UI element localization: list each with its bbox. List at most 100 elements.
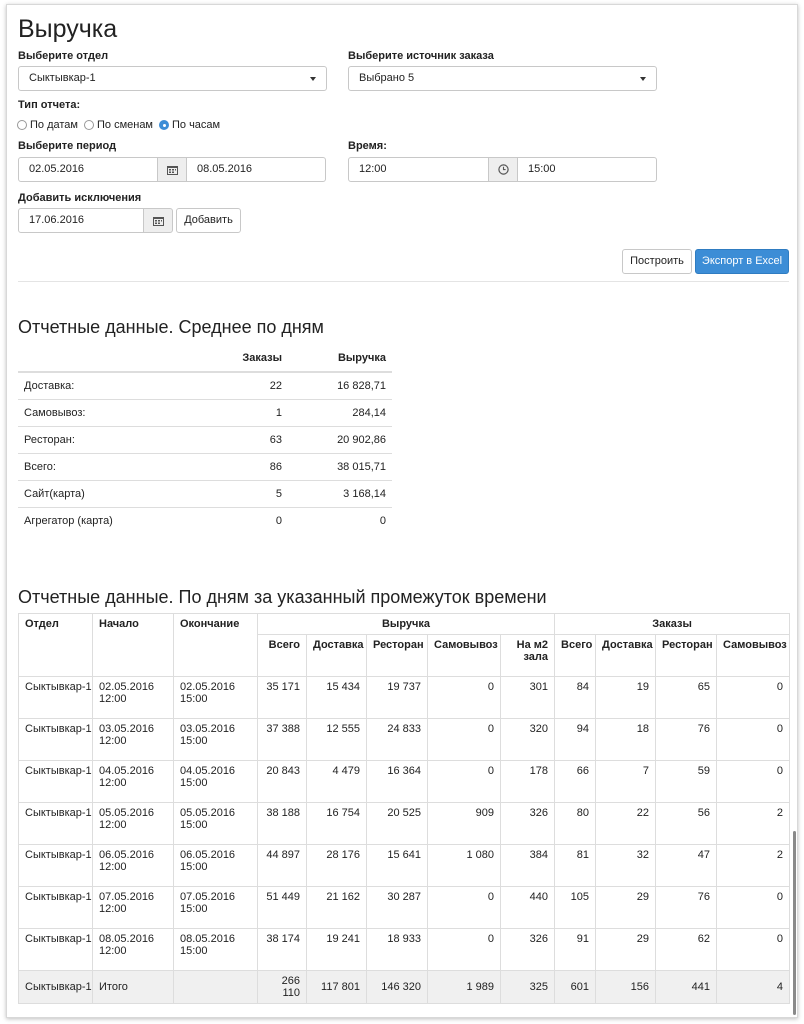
source-select[interactable]: Выбрано 5 [348,66,657,91]
sub-header-2: Ресторан [366,634,428,677]
table-cell: Сыктывкар-1 [18,970,93,1004]
build-button[interactable]: Построить [622,249,692,274]
table-cell [173,970,258,1004]
scrollbar[interactable] [793,831,796,1015]
table-cell: 105 [554,886,597,929]
exclusion-calendar-button[interactable] [143,208,173,233]
table-cell: 18 933 [366,928,428,971]
radio-by-shifts[interactable]: По сменам [83,119,153,131]
calendar-icon [152,216,164,226]
radio-label: По сменам [96,119,153,131]
summary-row: Сайт(карта) 5 3 168,14 [18,479,392,507]
radio-by-hours[interactable]: По часам [159,119,220,131]
sub-header-0: Всего [257,634,307,677]
summary-row: Самовывоз: 1 284,14 [18,398,392,426]
table-cell: 15 434 [306,676,367,719]
table-cell: 20 525 [366,802,428,845]
table-cell: 325 [499,970,556,1004]
table-cell: 0 [427,760,501,803]
table-cell: 03.05.2016 15:00 [173,718,258,761]
table-cell: 07.05.2016 12:00 [92,886,174,929]
table-cell: Сыктывкар-1 [18,844,93,887]
table-cell: 19 [595,676,657,719]
table-cell: 12 555 [306,718,367,761]
summary-row-orders: 86 [188,452,288,480]
table-row: Сыктывкар-1 05.05.2016 12:00 05.05.2016 15… [18,802,791,845]
table-cell: 15 641 [366,844,428,887]
header-orders-group: Заказы [554,613,791,635]
summary-row: Доставка: 22 16 828,71 [18,371,392,399]
table-cell: 16 364 [366,760,428,803]
period-from-input[interactable]: 02.05.2016 [18,157,158,182]
chevron-down-icon [640,77,646,81]
table-row: Сыктывкар-1 03.05.2016 12:00 03.05.2016 15… [18,718,791,761]
header-start: Начало [92,613,174,677]
table-row: Сыктывкар-1 06.05.2016 12:00 06.05.2016 15… [18,844,791,887]
table-cell: 37 388 [257,718,307,761]
radio-label: По датам [30,119,78,131]
total-row: Сыктывкар-1 Итого 266 110 117 801 146 320 1 9… [18,970,791,1004]
page-title: Выручка [18,15,118,43]
table-cell: 4 [716,970,791,1004]
table-cell: 266 110 [257,970,307,1004]
summary-row-label: Всего: [18,452,188,480]
department-value: Сыктывкар-1 [29,72,96,84]
chevron-down-icon [310,77,316,81]
table-cell: 16 754 [306,802,367,845]
table-cell: 0 [427,886,501,929]
sub-header-8: Самовывоз [716,634,791,677]
table-cell: 51 449 [257,886,307,929]
table-cell: 44 897 [257,844,307,887]
exclusion-date-input[interactable]: 17.06.2016 [18,208,144,233]
radio-checked-icon [159,120,169,130]
table-cell: 320 [499,718,556,761]
table-cell: 38 188 [257,802,307,845]
calendar-button[interactable] [157,157,187,182]
table-cell: 08.05.2016 15:00 [173,928,258,971]
summary-row: Всего: 86 38 015,71 [18,452,392,480]
summary-row-revenue: 38 015,71 [288,452,392,480]
summary-row-orders: 63 [188,425,288,453]
summary-row-label: Доставка: [18,371,188,399]
summary-row-revenue: 284,14 [288,398,392,426]
sub-header-3: Самовывоз [427,634,501,677]
table-cell: 0 [716,886,791,929]
table-cell: 76 [655,718,718,761]
table-cell: 29 [595,928,657,971]
table-cell: 0 [427,676,501,719]
add-exclusion-button[interactable]: Добавить [176,208,241,233]
summary-header-row: Заказы Выручка [18,345,392,373]
table-cell: Сыктывкар-1 [18,928,93,971]
summary-row-revenue: 20 902,86 [288,425,392,453]
summary-row-label: Самовывоз: [18,398,188,426]
table-cell: 156 [595,970,657,1004]
table-cell: 65 [655,676,718,719]
department-select[interactable]: Сыктывкар-1 [18,66,327,91]
table-row: Сыктывкар-1 04.05.2016 12:00 04.05.2016 15… [18,760,791,803]
table-cell: 117 801 [306,970,367,1004]
report-type-label: Тип отчета: [18,99,81,111]
table-cell: Сыктывкар-1 [18,676,93,719]
summary-header-revenue: Выручка [288,345,392,373]
table-cell: 30 287 [366,886,428,929]
table-cell: 0 [716,760,791,803]
daily-title: Отчетные данные. По дням за указанный пр… [18,587,547,607]
period-to-input[interactable]: 08.05.2016 [186,157,326,182]
table-cell: 35 171 [257,676,307,719]
source-label: Выберите источник заказа [348,50,494,62]
time-from-input[interactable]: 12:00 [348,157,489,182]
table-cell: 62 [655,928,718,971]
table-cell: Сыктывкар-1 [18,802,93,845]
table-cell: 76 [655,886,718,929]
table-cell: Сыктывкар-1 [18,760,93,803]
table-cell: 384 [499,844,556,887]
export-excel-button[interactable]: Экспорт в Excel [695,249,789,274]
clock-button[interactable] [488,157,518,182]
table-cell: 07.05.2016 15:00 [173,886,258,929]
table-cell: 22 [595,802,657,845]
time-to-input[interactable]: 15:00 [517,157,657,182]
table-cell: 1 989 [427,970,501,1004]
summary-table: Заказы Выручка Доставка: 22 16 828,71 Самов… [18,345,392,534]
table-cell: 32 [595,844,657,887]
radio-by-dates[interactable]: По датам [17,119,78,131]
